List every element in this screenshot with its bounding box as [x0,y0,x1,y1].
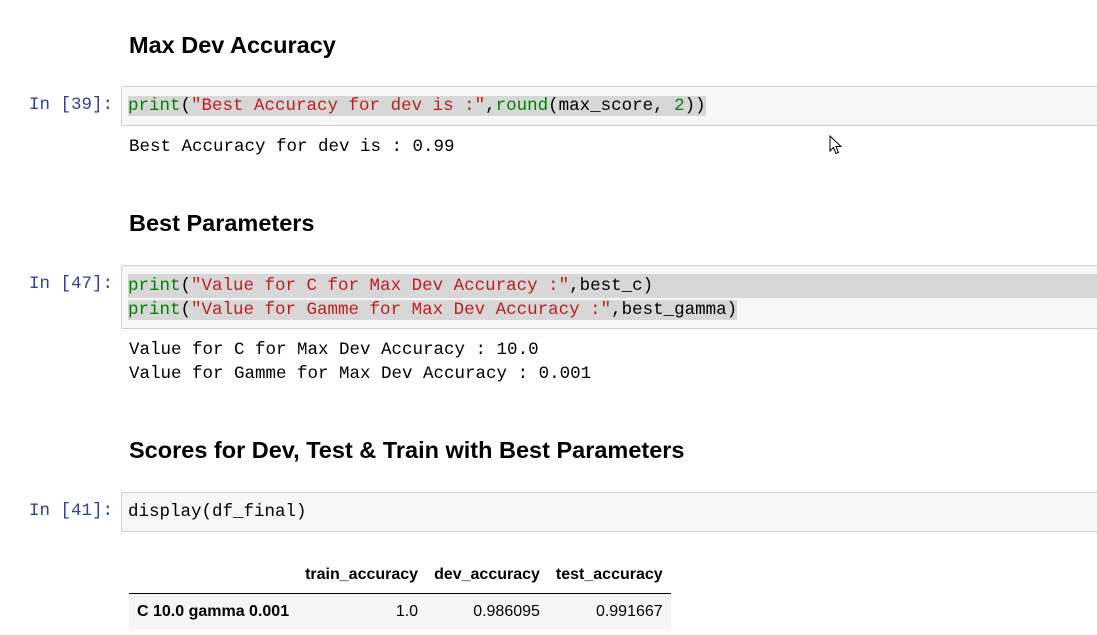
code-cell[interactable]: print("Value for C for Max Dev Accuracy … [121,265,1097,329]
code-line: print("Value for C for Max Dev Accuracy … [128,274,1097,298]
heading-scores: Scores for Dev, Test & Train with Best P… [129,437,685,463]
table-cell: 0.986095 [473,602,540,620]
cell-prompt: In [47]: [29,274,114,294]
code-token: ( [180,276,192,296]
code-token: "Best Accuracy for dev is :" [191,96,486,116]
output-text: Best Accuracy for dev is : 0.99 [129,137,455,157]
table-cell: 0.991667 [595,602,663,620]
code-line: display(df_final) [128,500,307,524]
dataframe-table: train_accuracy dev_accuracy test_accurac… [129,557,671,630]
code-token: print [128,300,181,320]
code-token: "Value for Gamme for Max Dev Accuracy :" [191,300,612,320]
code-token: 2 [674,96,685,116]
code-token: ( [180,300,192,320]
column-header: train_accuracy [297,557,427,594]
code-cell[interactable]: display(df_final) [121,492,1097,532]
code-token: print [128,96,181,116]
code-token: (max_score, [548,96,675,116]
code-token: ,best_gamma) [611,300,738,320]
code-token: print [128,276,181,296]
output-text: Value for Gamme for Max Dev Accuracy : 0… [129,364,592,384]
row-index: C 10.0 gamma 0.001 [137,602,290,620]
cell-prompt: In [41]: [29,501,114,521]
output-text: Value for C for Max Dev Accuracy : 10.0 [129,340,539,360]
heading-max-dev-accuracy: Max Dev Accuracy [129,32,336,58]
code-cell[interactable]: print("Best Accuracy for dev is :",round… [121,86,1097,126]
cell-prompt: In [39]: [29,95,114,115]
column-header-index [129,557,298,594]
table-row: C 10.0 gamma 0.001 1.0 0.986095 0.991667 [129,593,671,630]
code-token: ,best_c) [569,276,654,296]
column-header: test_accuracy [547,557,671,594]
code-token: )) [684,96,706,116]
code-token: ( [180,96,192,116]
code-line: print("Value for Gamme for Max Dev Accur… [128,298,738,322]
heading-best-parameters: Best Parameters [129,210,315,236]
code-token: , [485,96,496,116]
table-header-row: train_accuracy dev_accuracy test_accurac… [129,557,671,594]
code-token: round [495,96,549,116]
code-token: display(df_final) [128,502,307,522]
mouse-pointer-icon [829,135,843,155]
column-header: dev_accuracy [426,557,548,594]
code-token: "Value for C for Max Dev Accuracy :" [191,276,570,296]
table-cell: 1.0 [395,602,419,620]
code-line: print("Best Accuracy for dev is :",round… [128,94,706,118]
